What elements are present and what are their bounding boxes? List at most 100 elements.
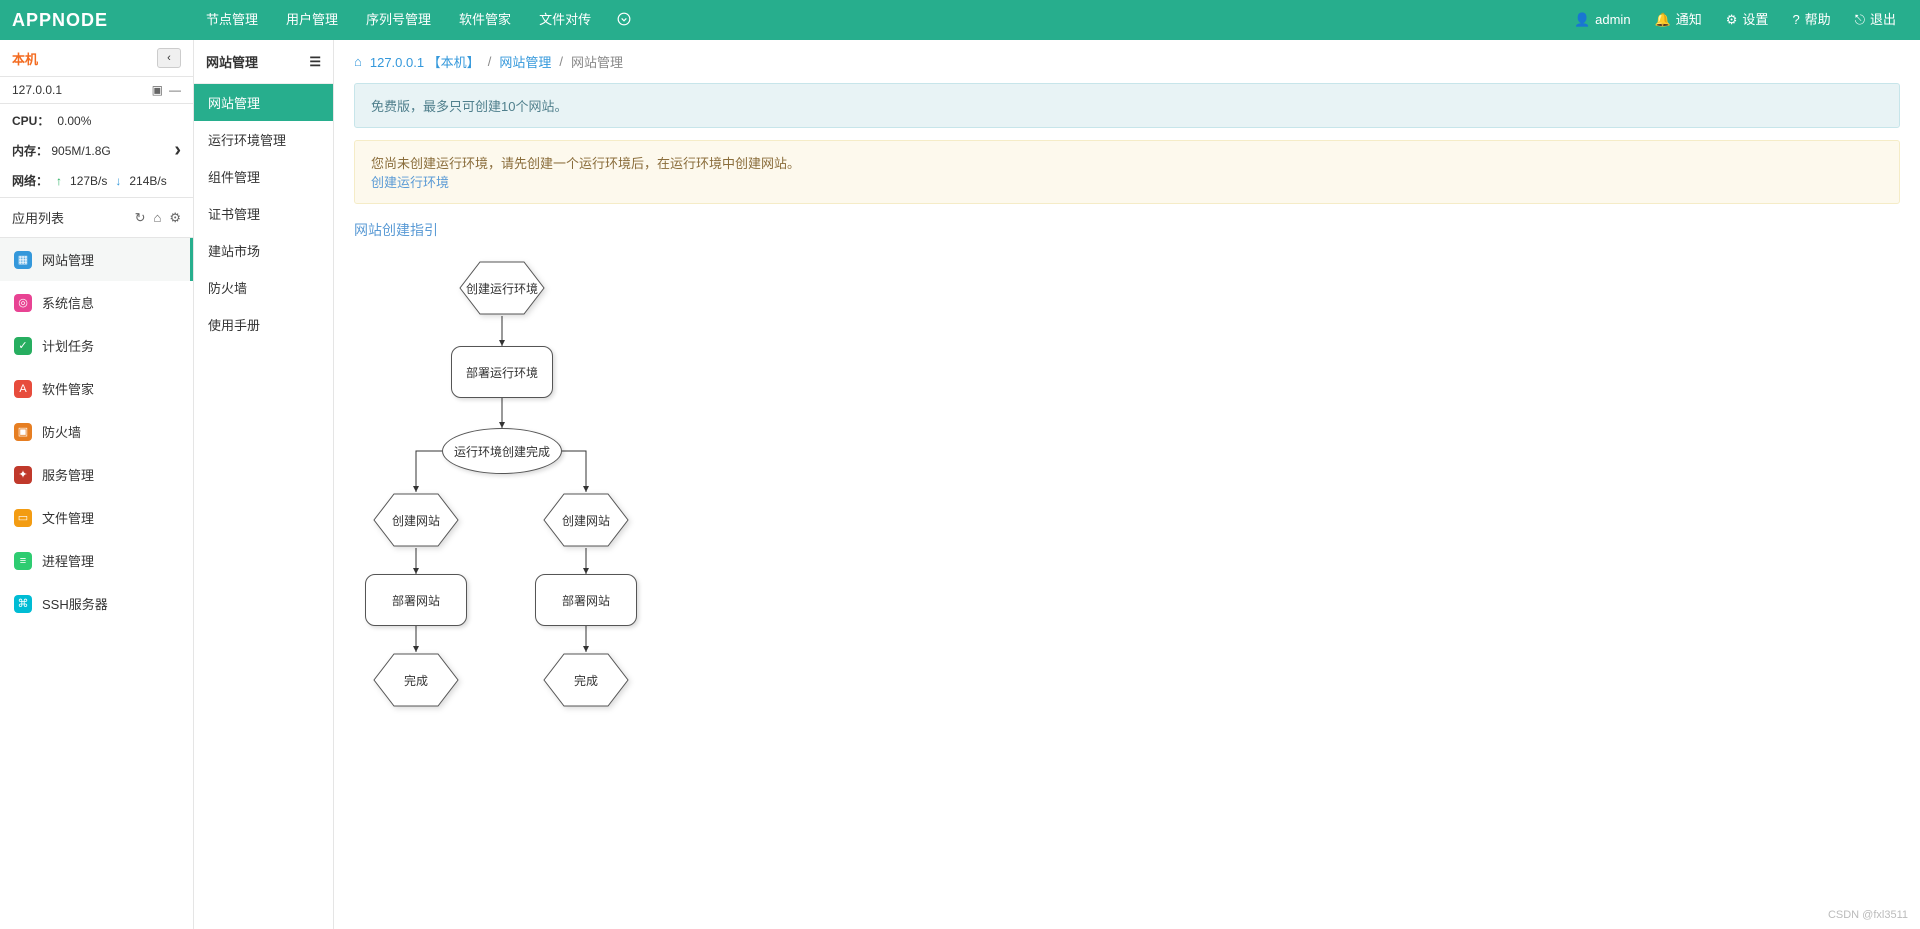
- arrow-up-icon: ↑: [56, 174, 62, 188]
- main-content: ⌂ 127.0.0.1 【本机】 / 网站管理 / 网站管理 免费版，最多只可创…: [334, 40, 1920, 929]
- applist-header: 应用列表 ↻ ⌂ ⚙: [0, 198, 193, 238]
- app-item-icon: ▣: [14, 423, 32, 441]
- cpu-label: CPU：: [12, 112, 49, 129]
- user-menu[interactable]: 👤admin: [1562, 0, 1643, 40]
- app-item-label: 服务管理: [42, 465, 94, 484]
- app-item-5[interactable]: ✦ 服务管理: [0, 453, 193, 496]
- flow-node-env-done: 运行环境创建完成: [454, 443, 550, 460]
- flow-node-deploy-site-a: 部署网站: [392, 592, 440, 609]
- bell-icon: 🔔: [1655, 0, 1671, 40]
- mem-label: 内存：: [12, 144, 48, 158]
- flow-node-deploy-site-b: 部署网站: [562, 592, 610, 609]
- sub-item-1[interactable]: 运行环境管理: [194, 121, 333, 158]
- logout-icon: ⎋: [1855, 0, 1865, 40]
- cpu-value: 0.00%: [57, 114, 91, 128]
- flow-node-deploy-env: 部署运行环境: [466, 364, 538, 381]
- home-icon[interactable]: ⌂: [153, 210, 161, 226]
- app-item-icon: ✓: [14, 337, 32, 355]
- app-item-icon: ▦: [14, 251, 32, 269]
- nav-dropdown-toggle[interactable]: [605, 12, 643, 29]
- sub-items: 网站管理运行环境管理组件管理证书管理建站市场防火墙使用手册: [194, 84, 333, 343]
- alert-info: 免费版，最多只可创建10个网站。: [354, 83, 1900, 128]
- user-icon: 👤: [1574, 0, 1590, 40]
- watermark: CSDN @fxl3511: [1828, 909, 1908, 921]
- section-title: 网站创建指引: [354, 220, 1900, 240]
- net-up-value: 127B/s: [70, 174, 107, 188]
- host-collapse-button[interactable]: ‹: [157, 48, 181, 68]
- app-item-4[interactable]: ▣ 防火墙: [0, 410, 193, 453]
- app-item-8[interactable]: ⌘ SSH服务器: [0, 582, 193, 625]
- chevron-down-icon: [617, 12, 631, 26]
- breadcrumb-level1[interactable]: 网站管理: [499, 52, 551, 71]
- app-item-2[interactable]: ✓ 计划任务: [0, 324, 193, 367]
- app-item-label: 网站管理: [42, 250, 94, 269]
- top-nav-item-4[interactable]: 文件对传: [525, 0, 605, 40]
- alert-warning-text: 您尚未创建运行环境，请先创建一个运行环境后，在运行环境中创建网站。: [371, 156, 800, 171]
- app-item-label: 软件管家: [42, 379, 94, 398]
- app-item-7[interactable]: ≡进程管理: [0, 539, 193, 582]
- settings-link[interactable]: ⚙设置: [1714, 0, 1781, 40]
- sub-item-6[interactable]: 使用手册: [194, 306, 333, 343]
- top-nav-item-3[interactable]: 软件管家: [445, 0, 525, 40]
- mem-value: 905M/1.8G: [51, 144, 110, 158]
- terminal-icon[interactable]: ▣: [152, 83, 163, 97]
- sub-item-5[interactable]: 防火墙: [194, 269, 333, 306]
- app-item-icon: ✦: [14, 466, 32, 484]
- stats-expand-button[interactable]: ›: [174, 139, 181, 162]
- top-nav-item-2[interactable]: 序列号管理: [352, 0, 445, 40]
- app-item-6[interactable]: ▭文件管理: [0, 496, 193, 539]
- logout-link[interactable]: ⎋退出: [1843, 0, 1908, 40]
- flow-node-done-b: 完成: [574, 672, 598, 689]
- dash-icon[interactable]: —: [169, 83, 181, 97]
- net-down-value: 214B/s: [129, 174, 166, 188]
- arrow-down-icon: ↓: [115, 174, 121, 188]
- app-item-label: 防火墙: [42, 422, 81, 441]
- app-item-icon: ▭: [14, 509, 32, 527]
- flow-node-done-a: 完成: [404, 672, 428, 689]
- submenu-title: 网站管理: [206, 52, 258, 71]
- breadcrumb-node[interactable]: 127.0.0.1 【本机】: [370, 52, 480, 71]
- sub-item-0[interactable]: 网站管理: [194, 84, 333, 121]
- refresh-icon[interactable]: ↻: [135, 210, 146, 226]
- menu-icon[interactable]: ☰: [309, 54, 321, 70]
- top-nav-item-0[interactable]: 节点管理: [192, 0, 272, 40]
- create-env-link[interactable]: 创建运行环境: [371, 175, 449, 190]
- app-item-1[interactable]: ◎ 系统信息: [0, 281, 193, 324]
- breadcrumb: ⌂ 127.0.0.1 【本机】 / 网站管理 / 网站管理: [334, 40, 1920, 83]
- sub-item-4[interactable]: 建站市场: [194, 232, 333, 269]
- flowchart: 创建运行环境 部署运行环境 运行环境创建完成 创建网站 创建网站 部署网站 部署…: [354, 260, 1004, 740]
- flow-node-create-env: 创建运行环境: [466, 280, 538, 297]
- sub-item-3[interactable]: 证书管理: [194, 195, 333, 232]
- notify-link[interactable]: 🔔通知: [1643, 0, 1714, 40]
- sub-item-2[interactable]: 组件管理: [194, 158, 333, 195]
- host-name: 本机: [12, 49, 38, 68]
- gear-icon[interactable]: ⚙: [169, 210, 181, 226]
- top-nav-item-1[interactable]: 用户管理: [272, 0, 352, 40]
- app-items: ▦网站管理◎系统信息✓计划任务A软件管家▣防火墙✦服务管理▭文件管理≡进程管理⌘…: [0, 238, 193, 625]
- app-item-icon: ⌘: [14, 595, 32, 613]
- help-icon: ?: [1792, 0, 1799, 40]
- app-item-icon: ◎: [14, 294, 32, 312]
- gear-icon: ⚙: [1726, 0, 1738, 40]
- alert-warning: 您尚未创建运行环境，请先创建一个运行环境后，在运行环境中创建网站。 创建运行环境: [354, 140, 1900, 204]
- host-ip: 127.0.0.1: [12, 83, 62, 97]
- sidebar-sub: 网站管理 ☰ 网站管理运行环境管理组件管理证书管理建站市场防火墙使用手册: [194, 40, 334, 929]
- submenu-header: 网站管理 ☰: [194, 40, 333, 84]
- top-nav: APPNODE 节点管理用户管理序列号管理软件管家文件对传 👤admin 🔔通知…: [0, 0, 1920, 40]
- app-item-icon: ≡: [14, 552, 32, 570]
- app-item-label: SSH服务器: [42, 594, 108, 613]
- host-stats: CPU： 0.00% 内存： 905M/1.8G › 网络： ↑ 127B/s …: [0, 104, 193, 198]
- net-label: 网络：: [12, 172, 48, 189]
- app-item-3[interactable]: A 软件管家: [0, 367, 193, 410]
- top-nav-right: 👤admin 🔔通知 ⚙设置 ?帮助 ⎋退出: [1562, 0, 1908, 40]
- app-item-label: 计划任务: [42, 336, 94, 355]
- app-item-0[interactable]: ▦ 网站管理: [0, 238, 193, 281]
- app-item-icon: A: [14, 380, 32, 398]
- flow-node-create-site-b: 创建网站: [562, 512, 610, 529]
- home-icon[interactable]: ⌂: [354, 54, 362, 69]
- help-link[interactable]: ?帮助: [1780, 0, 1842, 40]
- app-item-label: 系统信息: [42, 293, 94, 312]
- host-tab: 本机 ‹: [0, 40, 193, 77]
- brand-logo: APPNODE: [12, 10, 192, 31]
- sidebar-left: 本机 ‹ 127.0.0.1 ▣ — CPU： 0.00% 内存： 905M/1…: [0, 40, 194, 929]
